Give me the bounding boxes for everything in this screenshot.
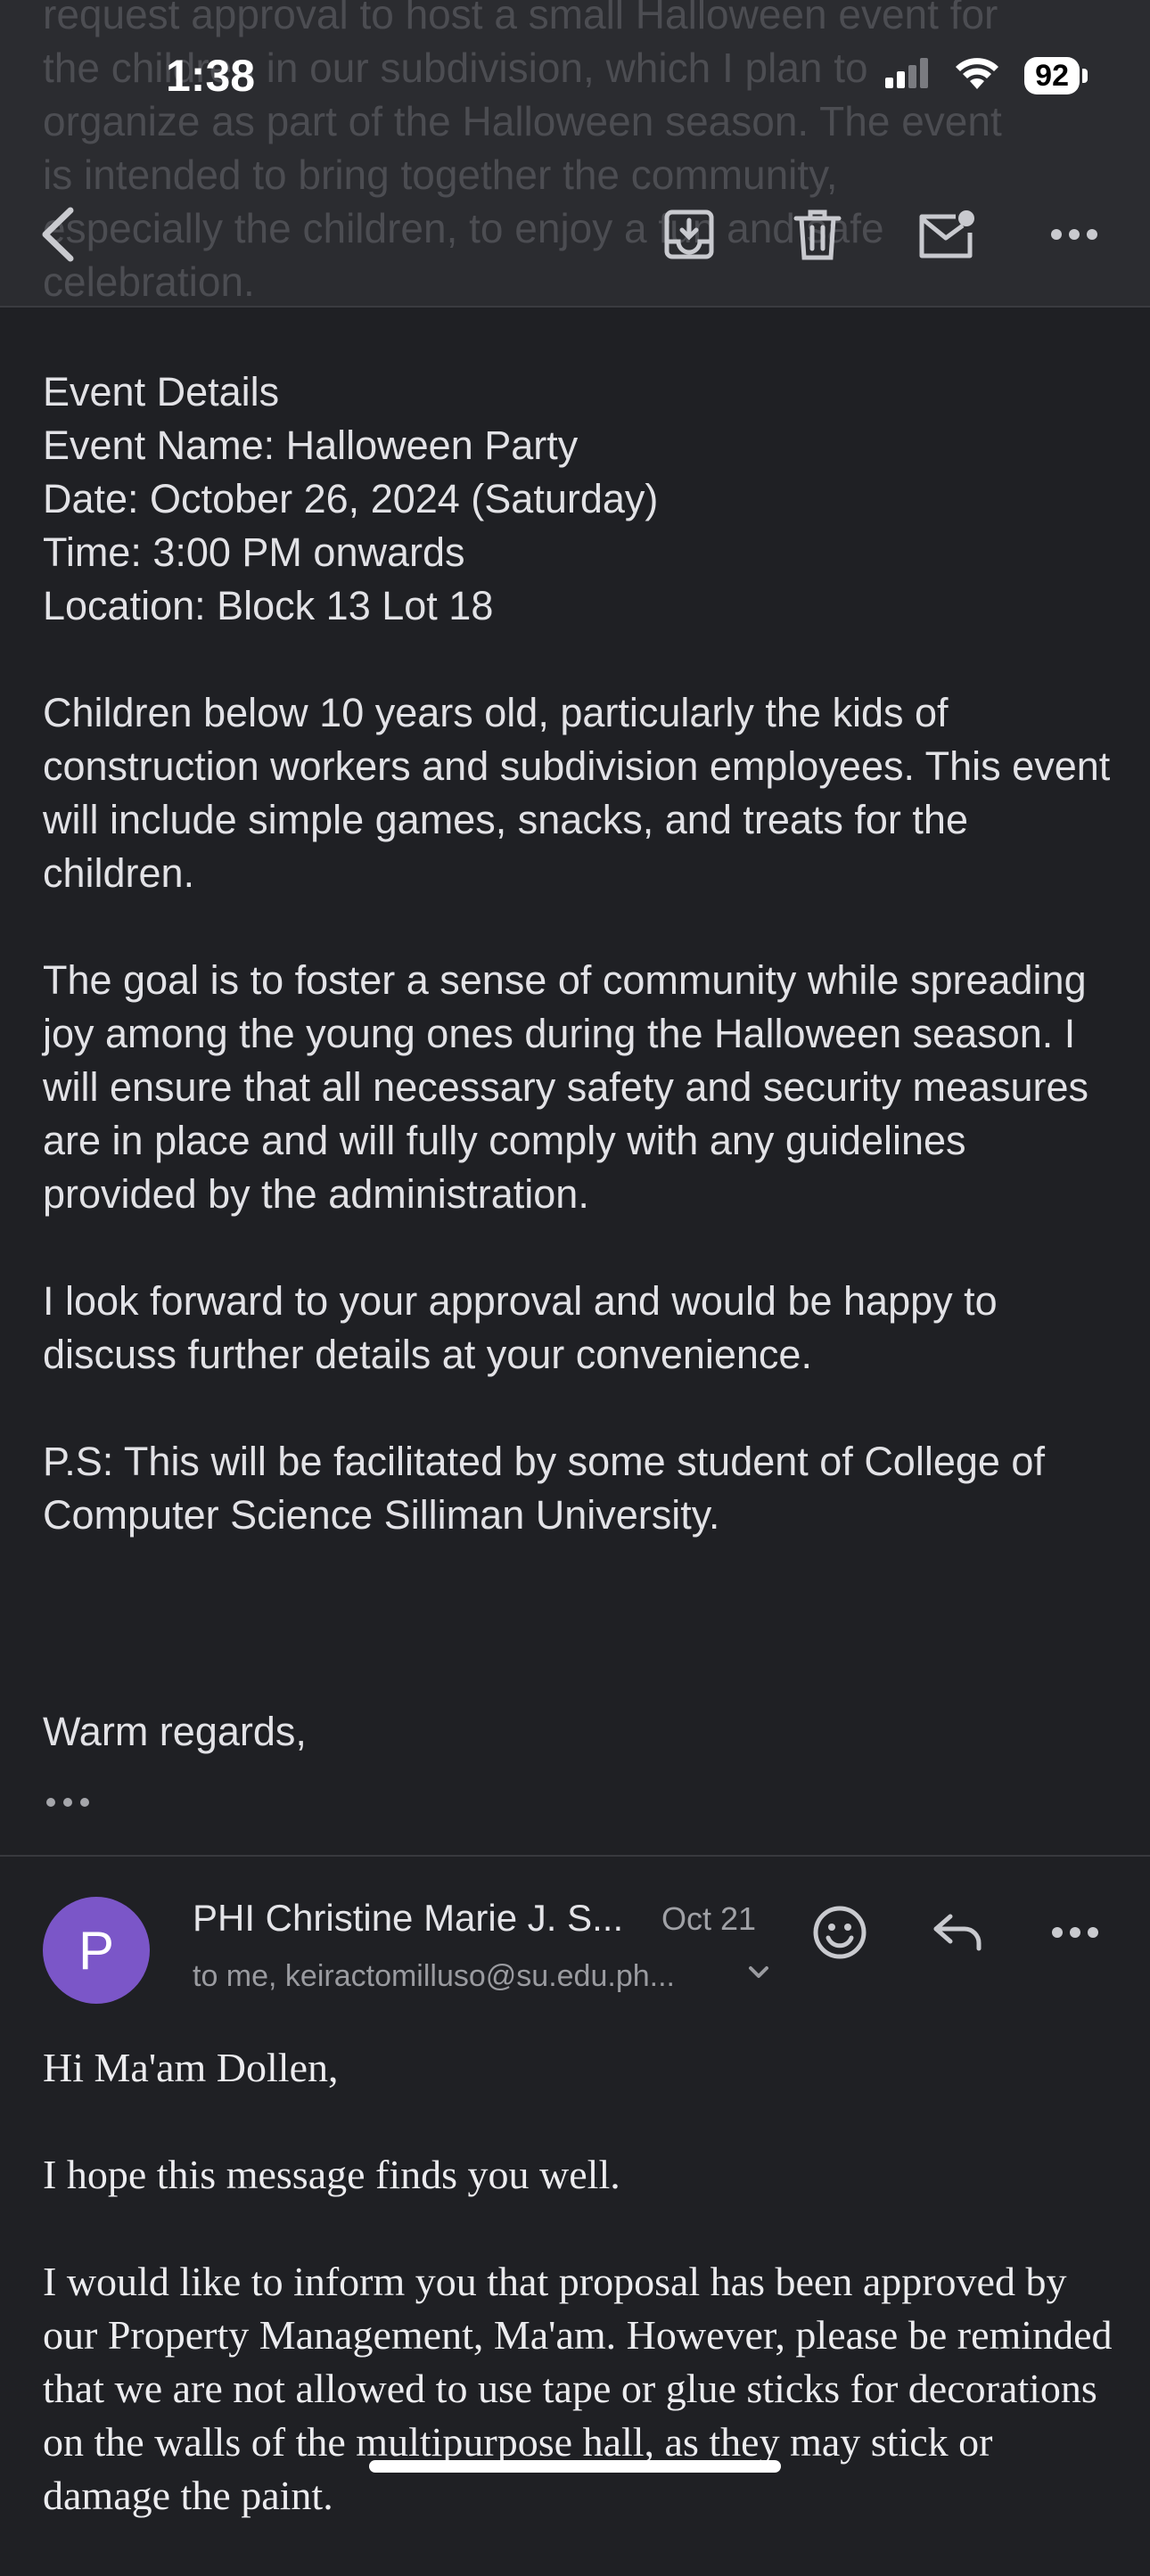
recipients-line[interactable]: to me, keiractomilluso@su.edu.ph...	[193, 1959, 675, 1994]
message-paragraph: Children below 10 years old, particularl…	[43, 690, 1111, 896]
toolbar-divider	[0, 306, 1150, 308]
status-time: 1:38	[166, 51, 256, 101]
trash-icon	[793, 208, 842, 266]
reply-button[interactable]	[922, 1899, 993, 1970]
message-separator	[0, 1855, 1150, 1857]
message-paragraph: The goal is to foster a sense of communi…	[43, 957, 1089, 1217]
message-paragraph: I would like to inform you that proposal…	[43, 2259, 1113, 2518]
more-horizontal-icon	[1050, 228, 1098, 245]
status-bar: 1:38 92	[0, 0, 1150, 134]
greeting: Hi Ma'am Dollen,	[43, 2045, 339, 2090]
message-date: Oct 21	[661, 1900, 757, 1937]
message-paragraph: P.S: This will be facilitated by some st…	[43, 1439, 1045, 1538]
mark-unread-button[interactable]	[915, 205, 977, 267]
back-button[interactable]	[27, 205, 89, 267]
reply-arrow-icon	[931, 1911, 984, 1958]
more-options-button[interactable]	[1043, 205, 1105, 267]
wifi-icon	[953, 55, 1001, 95]
reply-message-body: Hi Ma'am Dollen, I hope this message fin…	[43, 2041, 1121, 2576]
home-indicator[interactable]	[369, 2460, 781, 2473]
chevron-left-icon	[37, 207, 79, 267]
emoji-smile-icon	[812, 1905, 867, 1965]
archive-button[interactable]	[658, 205, 720, 267]
battery-tip	[1082, 68, 1088, 83]
battery-indicator: 92	[1024, 56, 1088, 94]
sender-name[interactable]: PHI Christine Marie J. S...	[193, 1897, 623, 1940]
reply-message-header: P PHI Christine Marie J. S... Oct 21 to …	[0, 1881, 1150, 2014]
show-trimmed-content-button[interactable]	[45, 1796, 91, 1813]
event-details: Event Details Event Name: Halloween Part…	[43, 369, 659, 628]
message-more-button[interactable]	[1039, 1899, 1111, 1970]
message-paragraph: I hope this message finds you well.	[43, 2152, 620, 2197]
message-body: Event Details Event Name: Halloween Part…	[43, 365, 1113, 1596]
signoff-text: Warm regards,	[43, 1709, 307, 1754]
chevron-down-icon[interactable]	[747, 1965, 770, 1985]
delete-button[interactable]	[786, 205, 849, 267]
status-icons: 92	[885, 55, 1088, 95]
react-emoji-button[interactable]	[804, 1899, 875, 1970]
cellular-signal-icon	[885, 58, 930, 93]
battery-level: 92	[1024, 56, 1080, 94]
message-toolbar	[0, 169, 1150, 294]
more-horizontal-icon	[1051, 1926, 1099, 1943]
archive-icon	[662, 208, 716, 266]
avatar[interactable]: P	[43, 1897, 150, 2004]
message-paragraph: I look forward to your approval and woul…	[43, 1278, 998, 1377]
mail-unread-icon	[916, 209, 975, 264]
